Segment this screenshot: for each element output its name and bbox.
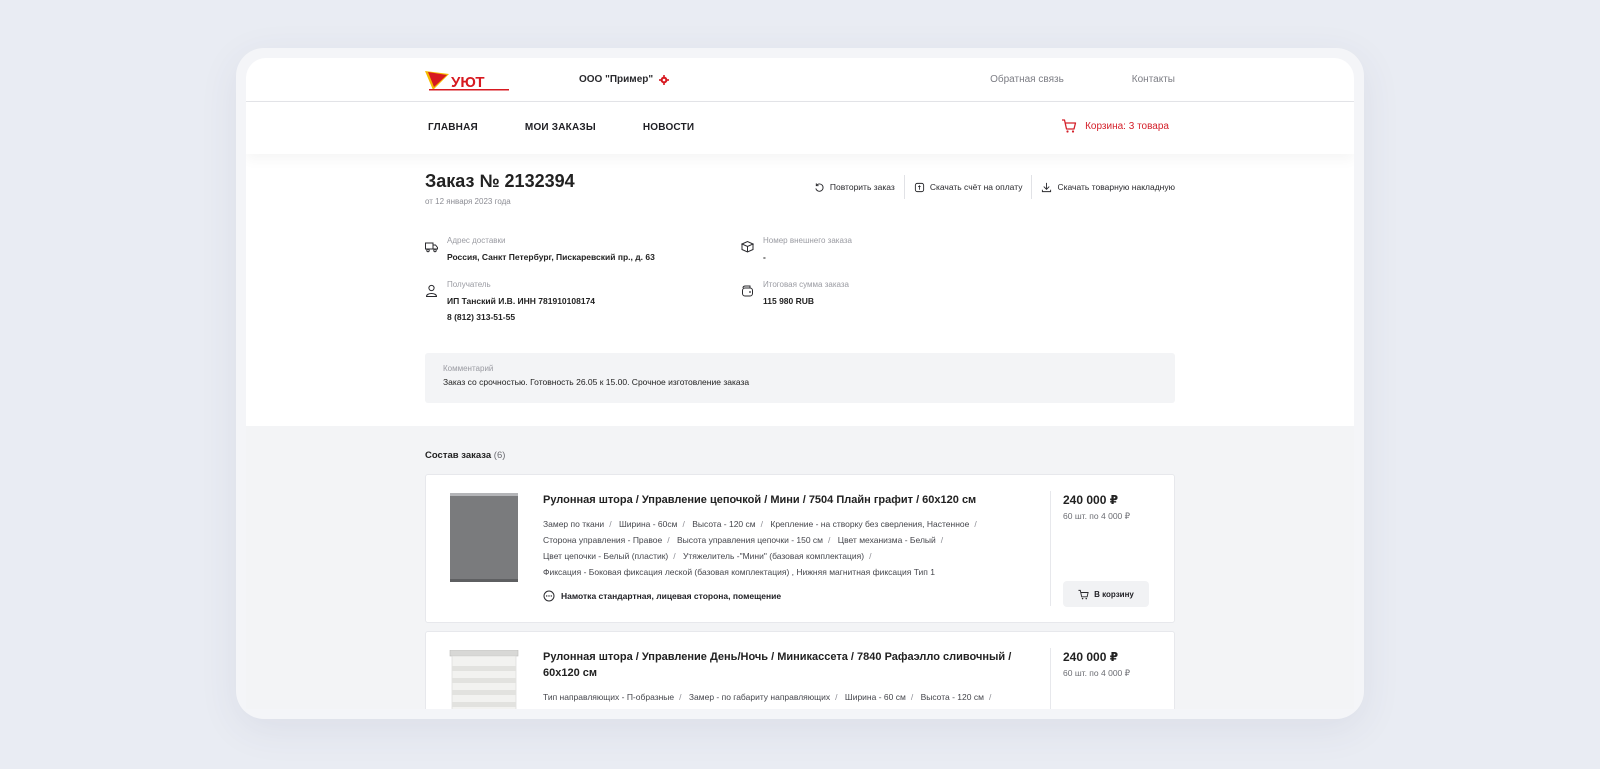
item-specs: Замер по ткани / Ширина - 60см / Высота - … (543, 519, 977, 577)
truck-icon (425, 242, 438, 253)
spec: Тип направляющих - П-образные (543, 692, 675, 702)
invoice-icon (914, 182, 924, 192)
item-qty: 60 шт. по 4 000 ₽ (1063, 668, 1131, 678)
spec: Высота - 120 см (920, 692, 984, 702)
recipient: Получатель ИП Танский И.В. ИНН 781910108… (425, 280, 595, 325)
order-item-card: Рулонная штора / Управление День/Ночь / … (425, 631, 1175, 709)
spec: Цвет цепочки - Белый (пластик) (543, 551, 669, 561)
nav-item-my-orders[interactable]: МОИ ЗАКАЗЫ (525, 122, 596, 133)
nav-item-home[interactable]: ГЛАВНАЯ (428, 122, 478, 133)
delivery-label: Адрес доставки (447, 236, 506, 245)
spec: Цвет механизма - Белый (837, 535, 936, 545)
card-divider (1050, 648, 1051, 709)
item-price-block: 240 000 ₽ 60 шт. по 4 000 ₽ (1063, 493, 1130, 522)
download-invoice-button[interactable]: Скачать счёт на оплату (903, 175, 1032, 199)
contacts-link[interactable]: Контакты (1132, 74, 1175, 85)
page-title: Заказ № 2132394 (425, 171, 575, 191)
download-icon (1042, 182, 1052, 192)
cart-label: Корзина: 3 товара (1085, 120, 1169, 132)
svg-text:УЮТ: УЮТ (451, 74, 485, 91)
external-order-number: Номер внешнего заказа - (741, 236, 852, 265)
device-frame: УЮТ ООО "Пример" Обратная связь Контакты (236, 48, 1364, 719)
delivery-value: Россия, Санкт Петербург, Пискаревский пр… (447, 252, 655, 262)
top-header: УЮТ ООО "Пример" Обратная связь Контакты (246, 58, 1354, 102)
recipient-phone: 8 (812) 313-51-55 (447, 312, 516, 322)
item-name[interactable]: Рулонная штора / Управление цепочкой / М… (543, 492, 1023, 508)
user-icon (425, 284, 438, 297)
company-name: ООО "Пример" (579, 74, 654, 85)
order-date: от 12 января 2023 года (425, 197, 511, 206)
top-links: Обратная связь Контакты (990, 74, 1175, 85)
item-body: Рулонная штора / Управление цепочкой / М… (543, 492, 1023, 602)
order-item-card: Рулонная штора / Управление цепочкой / М… (425, 474, 1175, 623)
spec: Фиксация - Боковая фиксация леской (базо… (543, 567, 935, 577)
download-waybill-label: Скачать товарную накладную (1057, 182, 1175, 192)
download-invoice-label: Скачать счёт на оплату (929, 182, 1023, 192)
recipient-label: Получатель (447, 280, 491, 289)
spec: Замер - по габариту направляющих (688, 692, 831, 702)
product-image[interactable] (448, 650, 520, 709)
external-order-label: Номер внешнего заказа (763, 236, 852, 245)
spec: Утяжелитель -"Мини" (базовая комплектаци… (683, 551, 865, 561)
add-to-cart-label: В корзину (1094, 589, 1134, 599)
total-value: 115 980 RUB (763, 296, 815, 306)
spec: Сторона управления - Правое (543, 535, 663, 545)
item-price-block: 240 000 ₽ 60 шт. по 4 000 ₽ (1063, 650, 1130, 679)
spec: Высота - 120 см (692, 519, 756, 529)
logo[interactable]: УЮТ (425, 70, 511, 92)
box-icon (741, 240, 754, 253)
add-to-cart-button[interactable]: В корзину (1063, 581, 1149, 607)
composition-count: (6) (493, 450, 506, 461)
gear-icon[interactable] (659, 74, 670, 85)
product-image[interactable] (448, 493, 520, 585)
spec: Высота управления цепочки - 150 см (677, 535, 824, 545)
item-body: Рулонная штора / Управление День/Ночь / … (543, 649, 1023, 705)
spec: Ширина - 60см (618, 519, 678, 529)
logo-icon: УЮТ (425, 71, 509, 91)
wallet-icon (742, 285, 753, 297)
item-name[interactable]: Рулонная штора / Управление День/Ночь / … (543, 649, 1023, 681)
comment-value: Заказ со срочностью. Готовность 26.05 к … (443, 377, 750, 387)
item-note: Намотка стандартная, лицевая сторона, по… (543, 590, 1023, 602)
repeat-icon (815, 182, 824, 192)
spec: Замер по ткани (543, 519, 605, 529)
card-divider (1050, 491, 1051, 606)
cart-icon (1078, 589, 1089, 599)
composition-title-text: Состав заказа (425, 450, 492, 461)
delivery-address: Адрес доставки Россия, Санкт Петербург, … (425, 236, 655, 265)
item-price: 240 000 ₽ (1063, 650, 1119, 664)
item-note-text: Намотка стандартная, лицевая сторона, по… (561, 591, 782, 601)
cart-icon (1062, 119, 1077, 133)
thumb-fill (450, 496, 518, 582)
order-total: Итоговая сумма заказа 115 980 RUB (741, 280, 849, 309)
spec: Ширина - 60 см (844, 692, 906, 702)
cart-link[interactable]: Корзина: 3 товара (1061, 118, 1169, 134)
repeat-order-button[interactable]: Повторить заказ (805, 175, 904, 199)
item-price: 240 000 ₽ (1063, 493, 1119, 507)
main-nav: ГЛАВНАЯ МОИ ЗАКАЗЫ НОВОСТИ Корзина: 3 то… (246, 102, 1354, 154)
total-label: Итоговая сумма заказа (763, 280, 849, 289)
repeat-order-label: Повторить заказ (829, 182, 895, 192)
item-specs: Тип направляющих - П-образные / Замер - п… (543, 692, 992, 702)
comment-label: Комментарий (443, 364, 494, 373)
feedback-link[interactable]: Обратная связь (990, 74, 1064, 85)
nav-item-news[interactable]: НОВОСТИ (643, 122, 694, 133)
more-icon (543, 590, 555, 602)
order-actions: Повторить заказ Скачать счёт на оплату С… (805, 175, 1175, 199)
composition-title: Состав заказа (6) (425, 450, 505, 461)
app-screen: УЮТ ООО "Пример" Обратная связь Контакты (246, 58, 1354, 709)
comment-box: Комментарий Заказ со срочностью. Готовно… (425, 353, 1175, 403)
external-order-value: - (763, 252, 766, 262)
recipient-value: ИП Танский И.В. ИНН 781910108174 (447, 296, 596, 306)
company-selector[interactable]: ООО "Пример" (579, 74, 670, 85)
item-qty: 60 шт. по 4 000 ₽ (1063, 511, 1131, 521)
spec: Крепление - на створку без сверления, На… (770, 519, 970, 529)
order-composition: Состав заказа (6) Рулонная штора / Управ… (246, 426, 1354, 709)
download-waybill-button[interactable]: Скачать товарную накладную (1031, 175, 1175, 199)
